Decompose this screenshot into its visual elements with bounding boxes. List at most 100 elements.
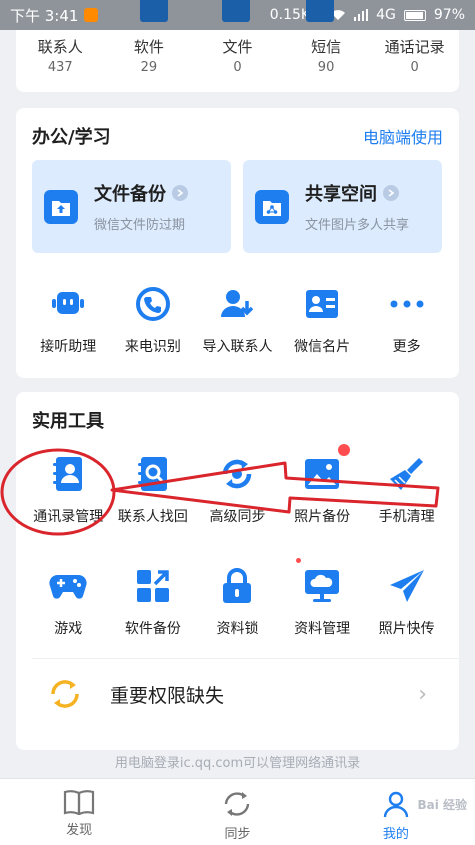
notification-app-icon <box>84 8 99 22</box>
stat-sms[interactable]: 短信 90 <box>283 38 369 75</box>
chevron-right-icon <box>172 185 188 201</box>
chevron-right-icon <box>383 185 399 201</box>
more-item[interactable]: 更多 <box>364 284 449 356</box>
item-label: 联系人找回 <box>117 509 188 525</box>
sync-nav-icon <box>225 792 250 816</box>
broom-icon <box>387 454 427 494</box>
refresh-warning-icon <box>51 680 79 708</box>
import-contact-item[interactable]: 导入联系人 <box>195 284 280 356</box>
business-card-icon <box>302 284 342 324</box>
paper-plane-icon <box>387 566 427 606</box>
data-manage-item[interactable]: 资料管理 <box>280 558 365 638</box>
wechat-card-item[interactable]: 微信名片 <box>280 284 365 356</box>
nav-discover[interactable]: 发现 <box>0 779 158 845</box>
tools-title: 实用工具 <box>32 411 104 432</box>
stat-apps[interactable]: 软件 29 <box>106 38 192 75</box>
stat-contacts[interactable]: 联系人 437 <box>17 38 103 75</box>
network-speed: 0.15K/s <box>269 7 323 23</box>
app-grid-icon <box>133 566 173 606</box>
stat-count: 0 <box>233 60 242 75</box>
file-backup-card[interactable]: 文件备份 微信文件防过期 <box>32 160 231 253</box>
robot-icon <box>48 284 88 324</box>
item-label: 游戏 <box>54 621 83 637</box>
share-folder-icon <box>255 189 289 224</box>
nav-label: 同步 <box>224 827 251 842</box>
item-label: 资料锁 <box>216 621 259 637</box>
book-icon <box>64 790 95 815</box>
photo-backup-item[interactable]: 照片备份 <box>280 444 365 526</box>
battery-icon <box>403 9 426 21</box>
stats-bar: 联系人 437 软件 29 文件 0 短信 90 通话记录 0 <box>16 30 459 92</box>
wifi-icon <box>331 10 346 20</box>
signal-bars-icon <box>354 9 369 21</box>
item-label: 照片备份 <box>294 509 351 525</box>
item-label: 通讯录管理 <box>33 509 104 525</box>
permission-label: 重要权限缺失 <box>110 684 225 707</box>
watermark-logo: Bai 经验 <box>417 798 467 812</box>
caller-id-item[interactable]: 来电识别 <box>111 284 196 356</box>
feature-title: 共享空间 <box>305 184 377 205</box>
footer-hint: 用电脑登录ic.qq.com可以管理网络通讯录 <box>114 756 361 771</box>
stat-count: 90 <box>317 60 335 75</box>
profile-icon <box>383 791 409 818</box>
item-label: 资料管理 <box>294 621 351 637</box>
game-item[interactable]: 游戏 <box>26 566 111 638</box>
item-label: 来电识别 <box>124 339 181 355</box>
network-type: 4G <box>376 7 396 23</box>
contact-recover-item[interactable]: 联系人找回 <box>111 454 196 526</box>
stat-label: 软件 <box>133 38 164 56</box>
contacts-manage-item[interactable]: 通讯录管理 <box>26 454 111 526</box>
advanced-sync-item[interactable]: 高级同步 <box>195 454 280 526</box>
stat-count: 437 <box>47 60 73 75</box>
phone-id-icon <box>133 284 173 324</box>
cloud-monitor-icon <box>296 558 342 606</box>
status-time: 下午 3:41 <box>10 6 79 25</box>
item-label: 手机清理 <box>378 509 435 525</box>
stat-label: 联系人 <box>37 38 83 56</box>
item-label: 更多 <box>392 339 421 355</box>
stat-label: 通话记录 <box>384 38 445 56</box>
folder-upload-icon <box>44 189 78 224</box>
status-bar: 下午 3:41 0.15K/s 4G 97% <box>0 0 475 30</box>
stat-count: 29 <box>140 60 158 75</box>
office-title: 办公/学习 <box>32 127 111 148</box>
desktop-use-link[interactable]: 电脑端使用 <box>363 124 443 148</box>
permission-missing-row[interactable]: 重要权限缺失 › <box>16 659 459 729</box>
gamepad-icon <box>48 566 88 606</box>
item-label: 高级同步 <box>209 509 266 525</box>
stat-label: 短信 <box>311 38 342 56</box>
stat-call-log[interactable]: 通话记录 0 <box>372 38 458 75</box>
import-contact-icon <box>217 284 257 324</box>
data-lock-item[interactable]: 资料锁 <box>195 566 280 638</box>
nav-label: 我的 <box>382 827 409 842</box>
chevron-right-icon: › <box>418 681 427 707</box>
sync-icon <box>217 454 257 494</box>
photo-transfer-item[interactable]: 照片快传 <box>364 566 449 638</box>
feature-subtitle: 文件图片多人共享 <box>305 218 410 233</box>
phone-clean-item[interactable]: 手机清理 <box>364 454 449 526</box>
app-backup-item[interactable]: 软件备份 <box>111 566 196 638</box>
stat-count: 0 <box>410 60 419 75</box>
more-dots-icon <box>387 284 427 324</box>
nav-sync[interactable]: 同步 <box>158 779 316 845</box>
shared-space-card[interactable]: 共享空间 文件图片多人共享 <box>243 160 442 253</box>
tools-card: 实用工具 通讯录管理 联系人找回 高级同步 照片备份 手机清理 游戏 软件备份 … <box>16 392 459 750</box>
feature-subtitle: 微信文件防过期 <box>94 218 186 233</box>
bottom-nav: 发现 同步 我的 <box>0 778 475 845</box>
stat-files[interactable]: 文件 0 <box>194 38 280 75</box>
item-label: 照片快传 <box>378 621 435 637</box>
item-label: 导入联系人 <box>202 339 273 355</box>
lock-icon <box>217 566 257 606</box>
feature-title: 文件备份 <box>94 184 166 205</box>
contact-search-icon <box>133 454 173 494</box>
stat-label: 文件 <box>222 38 253 56</box>
notification-dot <box>338 444 351 456</box>
item-label: 微信名片 <box>294 339 351 355</box>
nav-label: 发现 <box>66 823 93 838</box>
contacts-book-icon <box>48 454 88 494</box>
item-label: 接听助理 <box>40 339 97 355</box>
answer-assistant-item[interactable]: 接听助理 <box>26 284 111 356</box>
notification-dot <box>296 558 302 563</box>
photo-icon <box>302 444 351 494</box>
battery-level: 97% <box>433 7 465 23</box>
